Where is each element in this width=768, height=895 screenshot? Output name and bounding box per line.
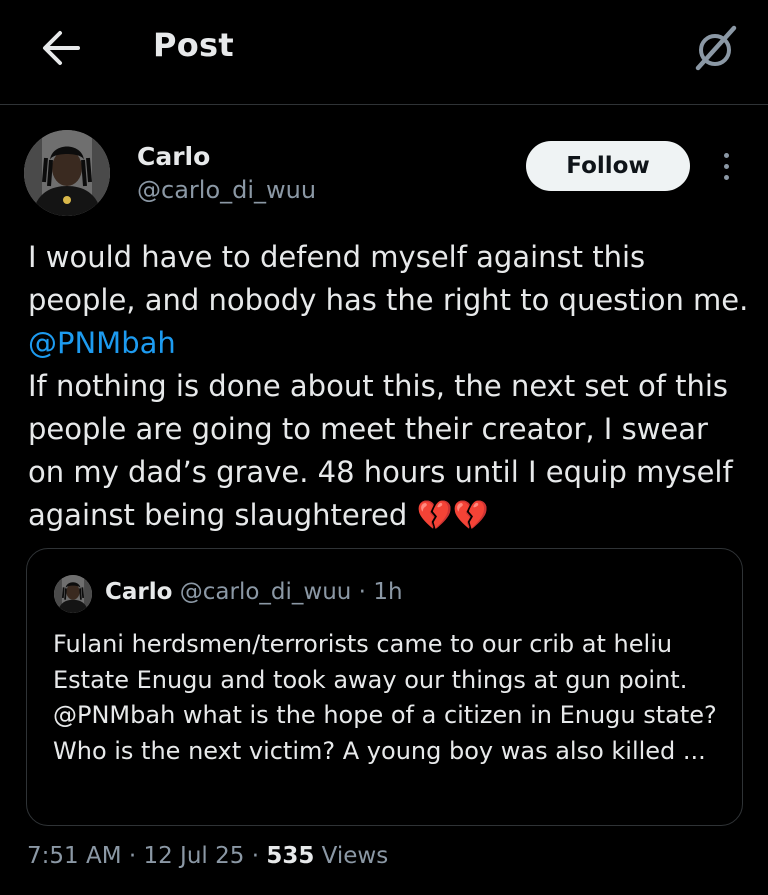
avatar[interactable] [24,130,110,216]
meta-separator: · [121,843,144,869]
post-metadata: 7:51 AM · 12 Jul 25 · 535 Views [27,843,388,869]
views-count[interactable]: 535 [266,843,314,869]
back-button[interactable] [38,28,82,68]
author-handle[interactable]: @carlo_di_wuu [137,176,316,204]
grok-button[interactable] [690,24,740,74]
quoted-profile-photo [54,575,92,613]
post-text: I would have to defend myself against th… [28,236,753,537]
post-time: 7:51 AM [27,843,122,869]
grok-icon [695,25,737,71]
top-bar: Post [0,0,768,105]
meta-separator: · [244,843,267,869]
quoted-post[interactable]: Carlo @carlo_di_wuu · 1h Fulani herdsmen… [26,548,743,826]
quoted-author-handle: @carlo_di_wuu [179,579,352,605]
quoted-header: Carlo @carlo_di_wuu · 1h [105,579,403,605]
post-date: 12 Jul 25 [143,843,245,869]
quoted-avatar [54,575,92,613]
quoted-time: 1h [373,579,403,605]
more-vertical-icon [714,153,738,180]
post-text-part-1: I would have to defend myself against th… [28,240,758,317]
post-text-part-2: If nothing is done about this, the next … [28,369,733,532]
quoted-author-name: Carlo [105,579,173,605]
broken-heart-emoji: 💔💔 [416,498,489,532]
mention-link[interactable]: @PNMbah [28,326,176,360]
quoted-text: Fulani herdsmen/terrorists came to our c… [53,630,717,765]
views-label: Views [314,843,389,869]
arrow-left-icon [43,31,80,65]
author-name[interactable]: Carlo [137,142,210,171]
follow-button[interactable]: Follow [526,141,690,191]
page-title: Post [153,26,234,64]
quoted-separator: · [351,579,374,605]
profile-photo [24,130,110,216]
more-options-button[interactable] [714,150,738,184]
